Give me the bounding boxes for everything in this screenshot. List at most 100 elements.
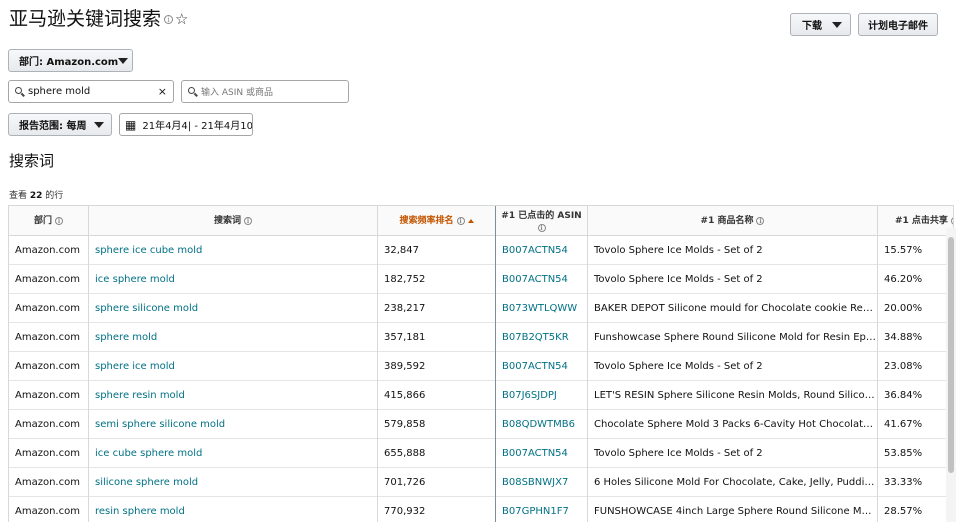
search-input[interactable]: sphere mold ×: [8, 80, 174, 103]
asin-search-input[interactable]: 输入 ASIN 或商品: [181, 80, 349, 103]
department-cell: Amazon.com: [15, 274, 80, 285]
table-row: Amazon.com sphere resin mold 415,866 B07J6S…: [9, 381, 953, 410]
department-cell: Amazon.com: [15, 361, 80, 372]
asin-link[interactable]: B07B2QT5KR: [496, 323, 587, 352]
table-row: Amazon.com sphere mold 357,181 B07B2QT5KR Fu…: [9, 323, 953, 352]
department-cell: Amazon.com: [15, 332, 80, 343]
asin-link[interactable]: B007ACTN54: [496, 439, 587, 468]
search-rank-cell: 32,847: [384, 245, 419, 256]
search-term-link[interactable]: sphere ice cube mold: [89, 236, 377, 265]
date-range-picker[interactable]: ▦ 21年4月4| - 21年4月10: [119, 113, 253, 136]
table-row: Amazon.com sphere ice mold 389,592 B007ACTN…: [9, 352, 953, 381]
search-term-link[interactable]: semi sphere silicone mold: [89, 410, 377, 439]
search-icon: [188, 87, 195, 94]
sort-ascending-icon: [467, 219, 474, 223]
click-share-cell: 53.85%: [884, 448, 923, 459]
department-cell: Amazon.com: [15, 477, 80, 488]
search-rank-cell: 701,726: [384, 477, 426, 488]
asin-link[interactable]: B007ACTN54: [496, 236, 587, 265]
product-name-cell: LET'S RESIN Sphere Silicone Resin Molds,…: [594, 390, 877, 401]
search-rank-cell: 579,858: [384, 419, 426, 430]
table-row: Amazon.com sphere ice cube mold 32,847 B007…: [9, 236, 953, 265]
star-icon[interactable]: ☆: [175, 10, 188, 28]
department-dropdown[interactable]: 部门: Amazon.com: [8, 49, 133, 72]
table-row: Amazon.com sphere silicone mold 238,217 B07…: [9, 294, 953, 323]
info-icon: i: [244, 217, 252, 225]
schedule-email-button[interactable]: 计划电子邮件: [858, 13, 938, 36]
info-icon: i: [55, 217, 63, 225]
column-header-click-share[interactable]: #1 点击共享i: [878, 206, 953, 236]
results-table: 部门 i 搜索词 i 搜索频率排名 i #1 已点击的 ASIN i #1 商品名称 i …: [8, 205, 954, 522]
info-icon[interactable]: i: [164, 15, 174, 24]
column-header-search-term[interactable]: 搜索词 i: [89, 206, 378, 236]
asin-link[interactable]: B07GPHN1F7: [496, 497, 587, 522]
search-rank-cell: 415,866: [384, 390, 426, 401]
search-rank-cell: 389,592: [384, 361, 426, 372]
department-label: 部门: Amazon.com: [19, 57, 119, 68]
asin-link[interactable]: B007ACTN54: [496, 352, 587, 381]
table-row: Amazon.com semi sphere silicone mold 579,8…: [9, 410, 953, 439]
search-term-link[interactable]: sphere mold: [89, 323, 377, 352]
search-term-link[interactable]: sphere ice mold: [89, 352, 377, 381]
table-row: Amazon.com ice sphere mold 182,752 B007ACTN…: [9, 265, 953, 294]
asin-placeholder: 输入 ASIN 或商品: [201, 88, 273, 98]
search-term-link[interactable]: sphere silicone mold: [89, 294, 377, 323]
clear-icon[interactable]: ×: [158, 85, 167, 98]
column-header-product-name[interactable]: #1 商品名称 i: [588, 206, 878, 236]
department-cell: Amazon.com: [15, 390, 80, 401]
search-term-link[interactable]: ice sphere mold: [89, 265, 377, 294]
calendar-icon: ▦: [125, 117, 137, 132]
column-header-search-rank[interactable]: 搜索频率排名 i: [378, 206, 496, 236]
search-rank-cell: 238,217: [384, 303, 426, 314]
info-icon: i: [537, 223, 546, 232]
asin-link[interactable]: B073WTLQWW: [496, 294, 587, 323]
department-cell: Amazon.com: [15, 419, 80, 430]
asin-link[interactable]: B007ACTN54: [496, 265, 587, 294]
search-input-value: sphere mold: [28, 86, 91, 97]
search-rank-cell: 357,181: [384, 332, 426, 343]
column-header-label: 搜索频率排名: [399, 215, 454, 226]
column-divider: [88, 206, 89, 522]
product-name-cell: BAKER DEPOT Silicone mould for Chocolate…: [594, 303, 877, 314]
page-title: 亚马逊关键词搜索 i ☆: [9, 4, 188, 31]
schedule-email-label: 计划电子邮件: [868, 21, 928, 32]
download-button[interactable]: 下载: [790, 13, 851, 36]
product-name-cell: Tovolo Sphere Ice Molds - Set of 2: [594, 361, 763, 372]
row-count-suffix: 的行: [42, 191, 64, 201]
click-share-cell: 33.33%: [884, 477, 923, 488]
report-range-dropdown[interactable]: 报告范围: 每周: [8, 113, 112, 136]
column-header-label: #1 商品名称: [700, 215, 754, 226]
column-header-department[interactable]: 部门 i: [9, 206, 89, 236]
click-share-cell: 36.84%: [884, 390, 923, 401]
table-row: Amazon.com resin sphere mold 770,932 B07GPH…: [9, 497, 953, 522]
search-term-link[interactable]: resin sphere mold: [89, 497, 377, 522]
info-icon: i: [456, 217, 465, 225]
asin-link[interactable]: B08SBNWJX7: [496, 468, 587, 497]
search-icon: [15, 87, 22, 94]
search-term-link[interactable]: ice cube sphere mold: [89, 439, 377, 468]
search-rank-cell: 655,888: [384, 448, 426, 459]
product-name-cell: Tovolo Sphere Ice Molds - Set of 2: [594, 245, 763, 256]
column-header-top-asin[interactable]: #1 已点击的 ASIN i: [496, 206, 588, 236]
chevron-down-icon: [118, 57, 129, 64]
search-term-link[interactable]: sphere resin mold: [89, 381, 377, 410]
chevron-down-icon: [832, 21, 842, 28]
product-name-cell: Tovolo Sphere Ice Molds - Set of 2: [594, 274, 763, 285]
column-header-label: #1 点击共享: [895, 215, 948, 226]
asin-link[interactable]: B07J6SJDPJ: [496, 381, 587, 410]
chevron-down-icon: [94, 121, 104, 128]
scrollbar-thumb[interactable]: [948, 237, 954, 473]
asin-link[interactable]: B08QDWTMB6: [496, 410, 587, 439]
click-share-cell: 28.57%: [884, 506, 923, 517]
date-range-value: 21年4月4| - 21年4月10: [142, 121, 253, 132]
click-share-cell: 34.88%: [884, 332, 923, 343]
column-divider: [877, 206, 878, 522]
department-cell: Amazon.com: [15, 448, 80, 459]
report-range-label: 报告范围: 每周: [19, 121, 87, 132]
click-share-cell: 46.20%: [884, 274, 923, 285]
click-share-cell: 20.00%: [884, 303, 923, 314]
search-term-link[interactable]: silicone sphere mold: [89, 468, 377, 497]
click-share-cell: 23.08%: [884, 361, 923, 372]
product-name-cell: Chocolate Sphere Mold 3 Packs 6-Cavity H…: [594, 419, 877, 430]
page-title-text: 亚马逊关键词搜索: [9, 8, 162, 30]
